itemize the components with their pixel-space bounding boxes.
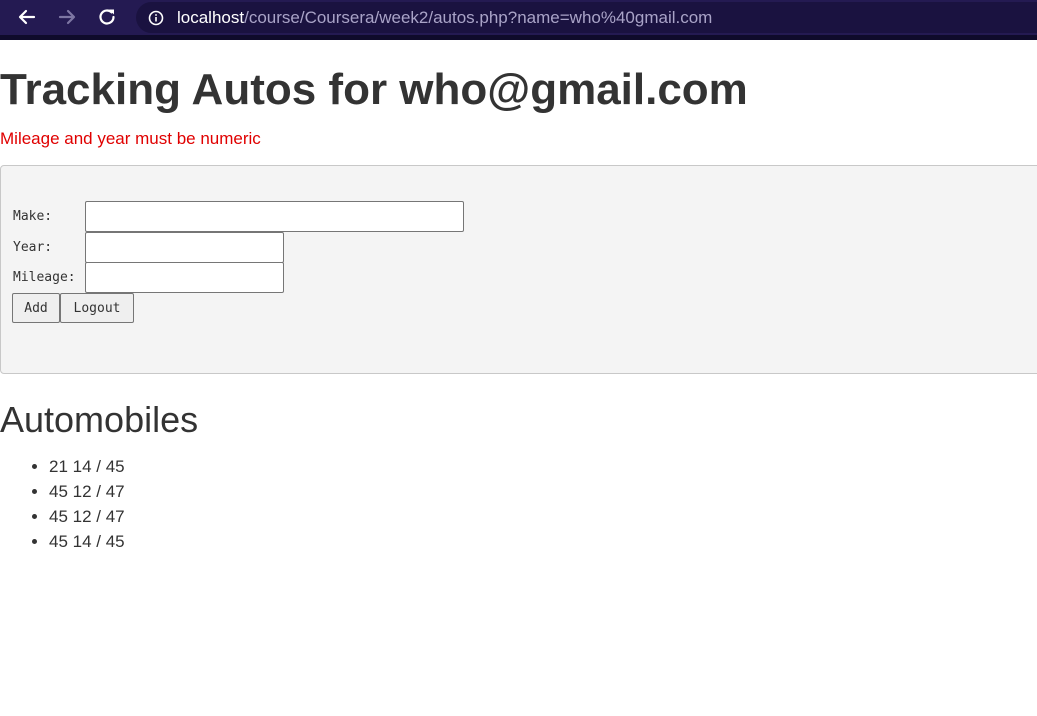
error-message: Mileage and year must be numeric — [0, 129, 261, 148]
arrow-right-icon — [58, 9, 76, 25]
list-item: 45 12 / 47 — [49, 504, 125, 529]
address-bar[interactable]: localhost/course/Coursera/week2/autos.ph… — [136, 2, 1037, 33]
mileage-input[interactable] — [85, 262, 284, 293]
url-path: /course/Coursera/week2/autos.php?name=wh… — [244, 7, 713, 27]
make-label: Make: — [13, 209, 53, 224]
url-text[interactable]: localhost/course/Coursera/week2/autos.ph… — [177, 8, 712, 28]
browser-toolbar: localhost/course/Coursera/week2/autos.ph… — [0, 0, 1037, 40]
arrow-left-icon — [18, 9, 36, 25]
forward-button[interactable] — [52, 3, 82, 31]
year-input[interactable] — [85, 232, 284, 263]
info-icon[interactable] — [148, 10, 164, 26]
mileage-label: Mileage: — [13, 270, 76, 285]
back-button[interactable] — [12, 3, 42, 31]
logout-button[interactable]: Logout — [60, 293, 134, 323]
add-button[interactable]: Add — [12, 293, 60, 323]
page-title: Tracking Autos for who@gmail.com — [0, 65, 748, 114]
automobiles-list: 21 14 / 45 45 12 / 47 45 12 / 47 45 14 /… — [0, 454, 125, 554]
make-input[interactable] — [85, 201, 464, 232]
list-item: 21 14 / 45 — [49, 454, 125, 479]
year-label: Year: — [13, 240, 53, 255]
reload-button[interactable] — [92, 3, 122, 31]
list-item: 45 14 / 45 — [49, 529, 125, 554]
url-host: localhost — [177, 7, 245, 27]
automobiles-heading: Automobiles — [0, 399, 199, 440]
list-item: 45 12 / 47 — [49, 479, 125, 504]
reload-icon — [99, 9, 115, 25]
add-auto-form: Make: Year: Mileage: Add Logout — [0, 165, 1037, 374]
